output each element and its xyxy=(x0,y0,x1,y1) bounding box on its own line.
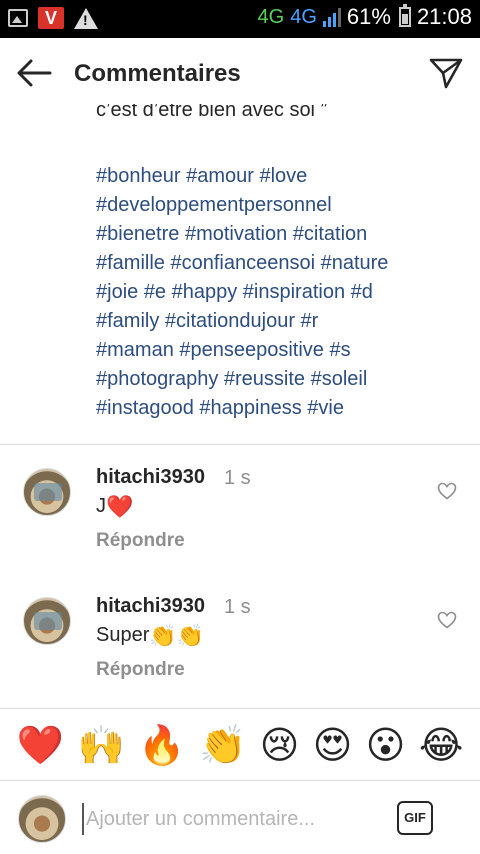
emoji-heart[interactable]: ❤️ xyxy=(17,726,64,764)
hashtag-line[interactable]: #photography #reussite #soleil xyxy=(96,365,466,394)
emoji-raised-hands[interactable]: 🙌 xyxy=(77,726,124,764)
clock: 21:08 xyxy=(416,4,472,29)
emoji-laughing[interactable]: 😂 xyxy=(419,726,463,764)
post-caption: c’est d’être bien avec soi ” #bonheur #a… xyxy=(96,104,466,423)
emoji-heart-eyes[interactable]: 😍 xyxy=(313,726,353,764)
comment-username[interactable]: hitachi3930 xyxy=(96,595,205,618)
avatar[interactable] xyxy=(23,468,71,516)
avatar[interactable] xyxy=(23,597,71,645)
current-user-avatar xyxy=(18,795,66,843)
status-bar-right: 4G 4G 61% 21:08 xyxy=(258,4,472,30)
app-v-icon: V xyxy=(38,7,64,29)
hashtag-line[interactable]: #bonheur #amour #love xyxy=(96,162,466,191)
back-arrow-icon[interactable] xyxy=(16,58,52,88)
network-4g-1: 4G xyxy=(257,5,285,28)
hashtag-line[interactable]: #instagood #happiness #vie xyxy=(96,394,466,423)
comment-emoji: 👏👏 xyxy=(149,622,205,648)
caption-text-partial: c’est d’être bien avec soi ” xyxy=(96,104,328,121)
hashtag-line[interactable]: #maman #penseepositive #s xyxy=(96,336,466,365)
divider xyxy=(0,444,480,445)
hashtag-line[interactable]: #bienetre #motivation #citation xyxy=(96,220,466,249)
battery-percent: 61% xyxy=(346,4,391,29)
gallery-icon xyxy=(8,9,28,27)
reply-button[interactable]: Répondre xyxy=(96,659,185,681)
battery-icon xyxy=(398,4,411,27)
emoji-crying[interactable]: 😢 xyxy=(260,726,300,764)
comment-text: J ❤️ xyxy=(96,495,133,518)
status-bar: V ! 4G 4G 61% 21:08 xyxy=(0,0,480,38)
header: Commentaires xyxy=(0,38,480,106)
reply-button[interactable]: Répondre xyxy=(96,530,185,552)
hashtag-line[interactable]: #family #citationdujour #r xyxy=(96,307,466,336)
emoji-fire[interactable]: 🔥 xyxy=(138,726,185,764)
hashtag-block: #bonheur #amour #love #developpementpers… xyxy=(96,162,466,423)
like-heart-icon[interactable] xyxy=(437,482,457,500)
comment-username[interactable]: hitachi3930 xyxy=(96,466,205,489)
warning-icon: ! xyxy=(74,7,98,29)
signal-icon xyxy=(322,7,341,27)
comment-text-body: Super xyxy=(96,624,150,646)
comment-time: 1 s xyxy=(224,596,251,618)
comment-text: Super 👏👏 xyxy=(96,624,204,647)
hashtag-line[interactable]: #developpementpersonnel xyxy=(96,191,466,220)
comment-item: hitachi3930 1 s J ❤️ Répondre xyxy=(0,458,480,568)
comment-input[interactable] xyxy=(82,803,382,835)
comment-emoji: ❤️ xyxy=(106,493,134,519)
divider xyxy=(0,708,480,709)
warning-mark: ! xyxy=(83,11,88,28)
gif-button[interactable]: GIF xyxy=(397,801,433,835)
page-title: Commentaires xyxy=(74,60,241,87)
status-bar-left: V ! xyxy=(8,7,98,29)
hashtag-line[interactable]: #joie #e #happy #inspiration #d xyxy=(96,278,466,307)
like-heart-icon[interactable] xyxy=(437,611,457,629)
comment-time: 1 s xyxy=(224,467,251,489)
comment-text-body: J xyxy=(96,495,106,517)
comment-input-bar: GIF xyxy=(0,781,480,854)
emoji-quick-bar: ❤️ 🙌 🔥 👏 😢 😍 😮 😂 xyxy=(0,710,480,780)
comment-item: hitachi3930 1 s Super 👏👏 Répondre xyxy=(0,587,480,697)
network-4g-2: 4G xyxy=(290,5,317,28)
emoji-clapping[interactable]: 👏 xyxy=(199,726,246,764)
emoji-surprised[interactable]: 😮 xyxy=(366,726,406,764)
send-icon[interactable] xyxy=(428,56,464,90)
hashtag-line[interactable]: #famille #confianceensoi #nature xyxy=(96,249,466,278)
